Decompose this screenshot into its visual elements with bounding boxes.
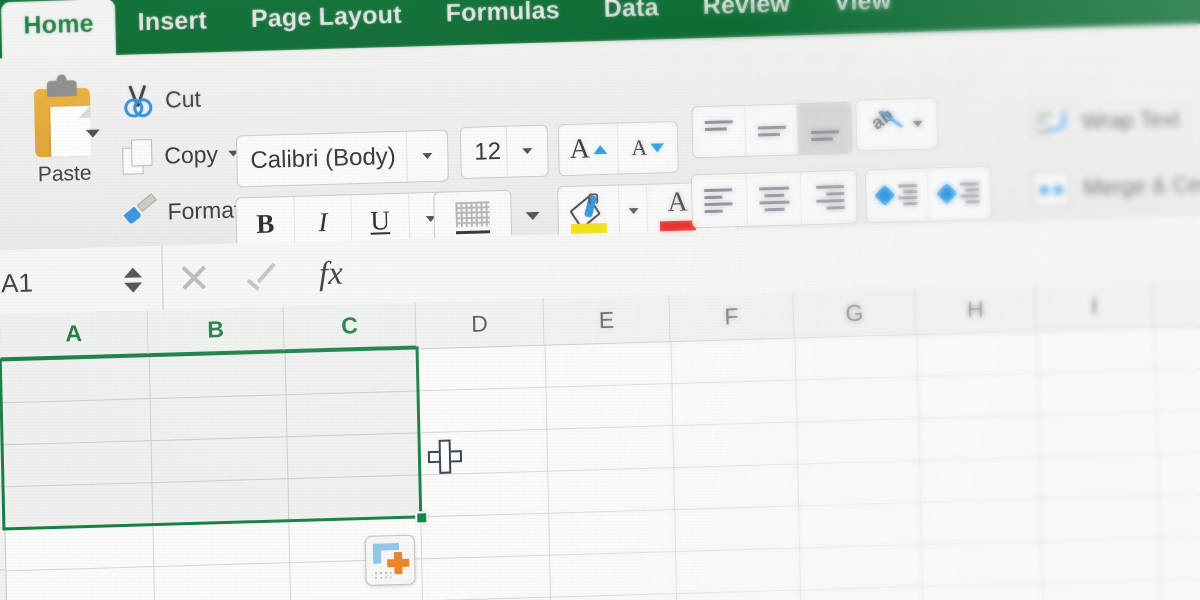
copy-label: Copy	[164, 140, 219, 169]
merge-center-button[interactable]: Merge & Center	[1032, 150, 1200, 223]
paste-dropdown-caret-down-icon[interactable]	[85, 129, 100, 138]
enter-check-icon[interactable]	[246, 260, 282, 291]
name-box[interactable]: A1	[0, 245, 164, 318]
tab-view[interactable]: View	[811, 0, 914, 36]
increase-indent-button[interactable]	[928, 167, 991, 221]
wrap-text-button[interactable]: Wrap Text	[1031, 84, 1200, 157]
column-header-j[interactable]: J	[1153, 277, 1200, 328]
tab-review[interactable]: Review	[680, 0, 813, 40]
cell-area[interactable]	[0, 324, 1200, 600]
quick-analysis-button[interactable]	[364, 534, 416, 587]
font-scale-buttons: A A	[557, 120, 679, 177]
paste-label: Paste	[37, 161, 92, 187]
shrink-font-button[interactable]: A	[618, 122, 678, 174]
decrease-indent-icon	[873, 182, 918, 209]
column-header-h[interactable]: H	[915, 284, 1037, 335]
font-name-value: Calibri (Body)	[250, 142, 397, 175]
fill-color-icon	[569, 193, 608, 234]
tab-review-label: Review	[702, 0, 791, 21]
tab-view-label: View	[833, 0, 892, 17]
align-left-icon	[703, 186, 736, 215]
indent-buttons	[864, 165, 992, 224]
align-right-button[interactable]	[801, 171, 857, 225]
wrap-merge-group: Wrap Text Merge & Center	[1031, 84, 1200, 223]
grow-font-button[interactable]: A	[558, 123, 619, 176]
clipboard-icon	[30, 80, 98, 160]
copy-pages-icon	[122, 138, 155, 175]
align-middle-button[interactable]	[745, 104, 799, 156]
paste-button[interactable]: Paste	[3, 79, 125, 188]
cell-cross-cursor	[427, 439, 463, 474]
merge-center-icon	[1032, 171, 1070, 207]
fx-icon[interactable]: fx	[319, 255, 344, 293]
font-size-chevron-down-icon[interactable]	[505, 125, 548, 177]
column-header-f[interactable]: F	[669, 291, 795, 342]
tab-data[interactable]: Data	[581, 0, 681, 43]
cancel-x-icon[interactable]	[179, 262, 210, 293]
fill-color-caret-down-icon[interactable]	[619, 184, 649, 238]
borders-icon	[455, 201, 491, 235]
decrease-indent-button[interactable]	[865, 168, 929, 223]
align-middle-icon	[755, 115, 788, 146]
align-bottom-button[interactable]	[797, 102, 852, 155]
tab-data-label: Data	[603, 0, 660, 23]
fill-handle[interactable]	[415, 511, 429, 525]
font-size-value: 12	[474, 137, 502, 166]
shrink-font-icon: A	[631, 134, 648, 161]
font-size-combobox[interactable]: 12	[459, 124, 549, 180]
orientation-caret-down-icon[interactable]	[912, 120, 923, 128]
merge-center-label: Merge & Center	[1082, 170, 1200, 201]
column-header-c[interactable]: C	[283, 302, 417, 353]
formula-bar-actions: fx	[178, 241, 343, 312]
cut-label: Cut	[164, 85, 202, 113]
italic-label: I	[318, 206, 328, 237]
increase-indent-icon	[936, 180, 980, 207]
screen-surface: Home Insert Page Layout Formulas Data Re…	[0, 0, 1200, 600]
wrap-text-label: Wrap Text	[1081, 106, 1181, 135]
name-box-value: A1	[0, 266, 34, 298]
tab-page-layout-label: Page Layout	[250, 0, 403, 34]
align-left-button[interactable]	[691, 173, 748, 228]
column-header-d[interactable]: D	[415, 298, 545, 349]
grow-font-icon: A	[569, 133, 591, 165]
column-header-b[interactable]: B	[147, 306, 285, 357]
align-top-button[interactable]	[692, 105, 747, 158]
font-name-combobox[interactable]: Calibri (Body)	[235, 129, 449, 188]
triangle-down-icon[interactable]	[124, 281, 143, 293]
excel-screenshot: Home Insert Page Layout Formulas Data Re…	[0, 0, 1200, 600]
font-name-chevron-down-icon[interactable]	[405, 130, 448, 182]
tab-formulas-label: Formulas	[445, 0, 561, 28]
format-painter-icon	[123, 193, 158, 228]
column-header-e[interactable]: E	[543, 295, 671, 345]
wrap-text-icon	[1031, 105, 1069, 141]
orientation-button[interactable]: ab	[855, 97, 939, 152]
worksheet-grid[interactable]: A B C D E F G H I J 1 2 3 4 5 6	[0, 277, 1200, 600]
tab-page-layout[interactable]: Page Layout	[228, 0, 424, 53]
vertical-align-buttons	[691, 101, 853, 159]
cut-button[interactable]: Cut	[121, 68, 302, 129]
horizontal-align-buttons	[690, 169, 858, 229]
align-right-icon	[813, 183, 846, 212]
tab-insert-label: Insert	[137, 6, 208, 37]
orientation-icon: ab	[867, 105, 906, 141]
column-header-i[interactable]: I	[1035, 281, 1155, 331]
underline-label: U	[370, 204, 391, 236]
fill-color-button[interactable]	[558, 185, 621, 240]
tab-formulas[interactable]: Formulas	[423, 0, 582, 47]
format-label: Format	[167, 195, 241, 225]
align-center-button[interactable]	[746, 172, 803, 226]
align-top-icon	[702, 116, 735, 147]
name-box-spinner[interactable]	[123, 266, 143, 293]
selection-border[interactable]	[0, 346, 423, 531]
column-header-g[interactable]: G	[793, 288, 917, 338]
align-center-icon	[758, 185, 791, 214]
tab-insert[interactable]: Insert	[115, 0, 229, 56]
scissors-icon	[121, 83, 156, 118]
triangle-up-icon[interactable]	[123, 266, 142, 278]
align-bottom-icon	[808, 113, 841, 144]
tab-home-label: Home	[23, 9, 94, 40]
column-header-a[interactable]: A	[0, 310, 149, 361]
